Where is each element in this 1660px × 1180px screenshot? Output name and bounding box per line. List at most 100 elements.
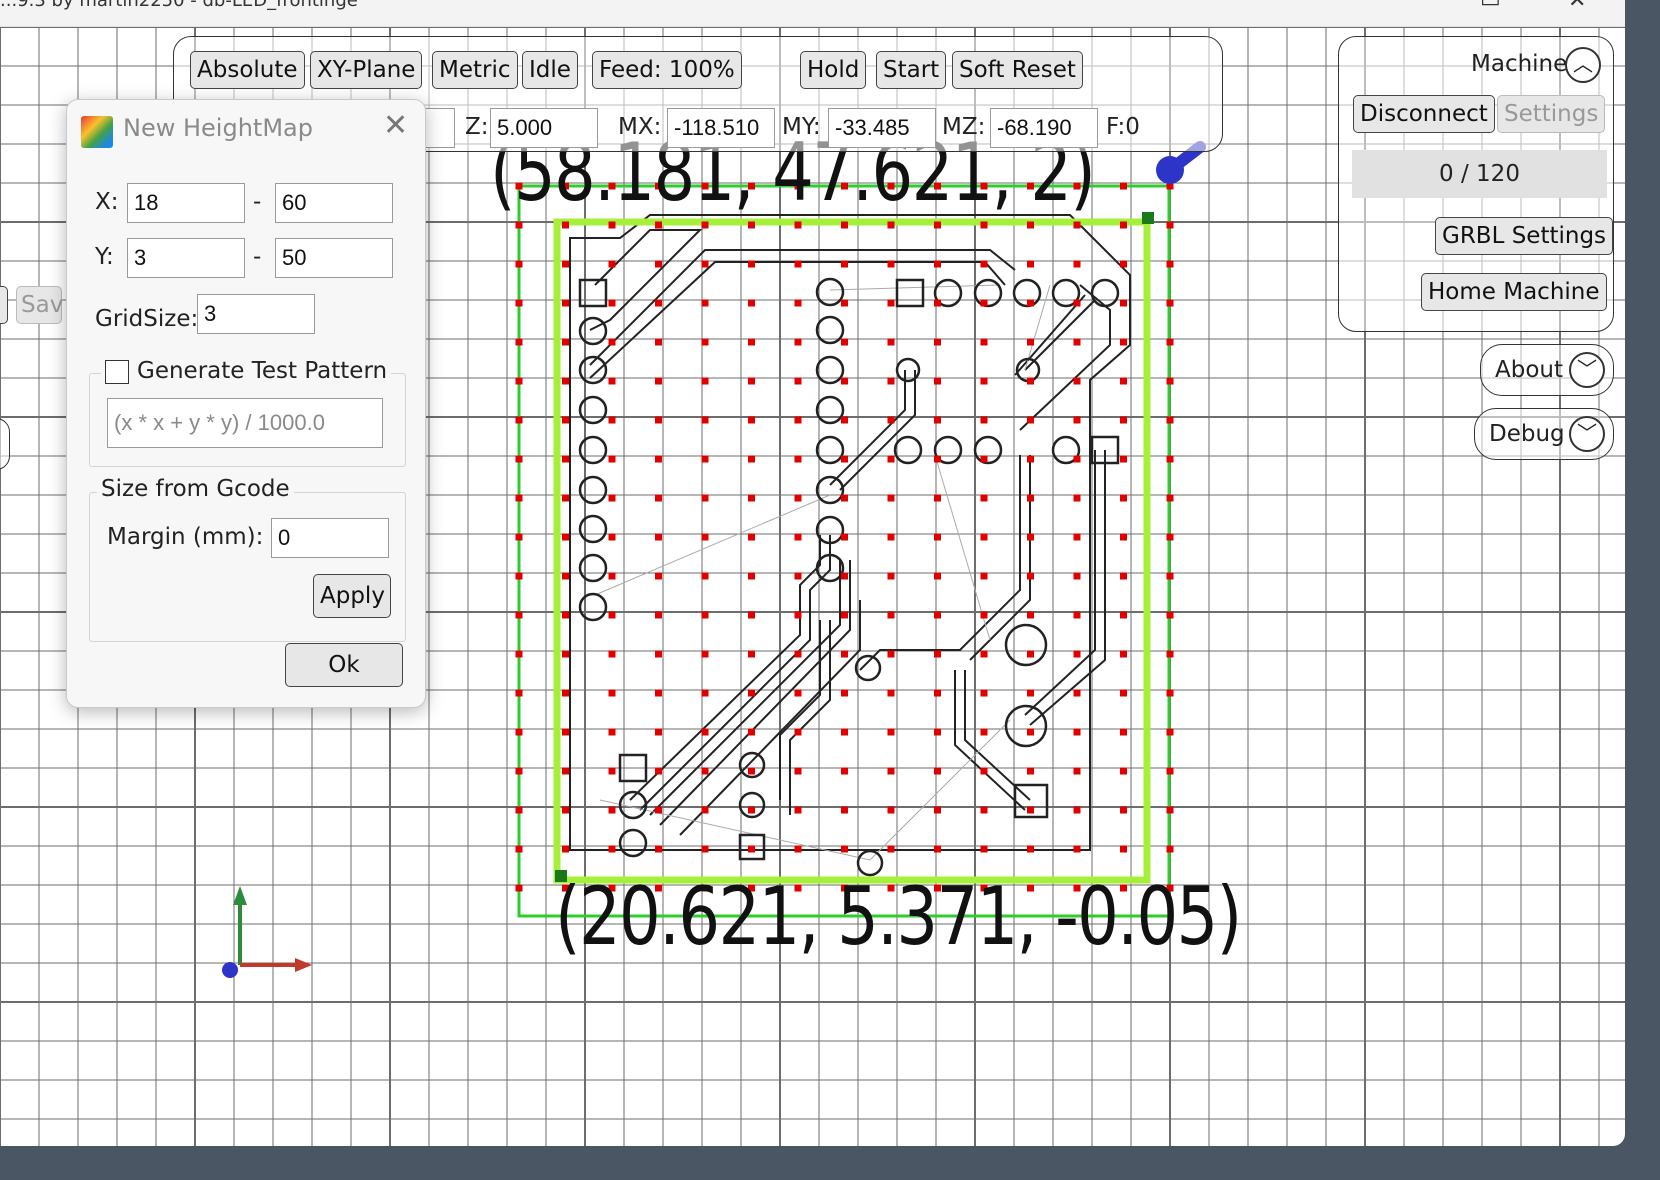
- ok-button[interactable]: Ok: [285, 643, 403, 687]
- probe-point: [1073, 689, 1081, 697]
- probe-point: [562, 494, 569, 502]
- probe-point: [794, 494, 802, 502]
- x-max-input[interactable]: 60: [275, 183, 393, 223]
- probe-point: [608, 533, 616, 541]
- probe-point: [887, 299, 895, 307]
- save-button[interactable]: Sav: [16, 286, 63, 324]
- settings-button[interactable]: Settings: [1497, 95, 1606, 133]
- probe-point: [655, 845, 662, 853]
- start-button[interactable]: Start: [876, 51, 947, 89]
- probe-point: [841, 416, 848, 424]
- probe-point: [794, 650, 802, 658]
- about-panel[interactable]: About ﹀: [1480, 344, 1614, 396]
- probe-point: [515, 728, 523, 736]
- probe-point: [841, 689, 848, 697]
- gridsize-input[interactable]: 3: [197, 294, 315, 334]
- probe-point: [748, 494, 755, 502]
- probe-point: [794, 728, 802, 736]
- debug-label: Debug: [1489, 421, 1565, 447]
- probe-point: [562, 416, 569, 424]
- probe-point: [980, 572, 988, 580]
- debug-panel[interactable]: Debug ﹀: [1474, 408, 1614, 460]
- probe-point: [655, 689, 662, 697]
- plane-button[interactable]: XY-Plane: [310, 51, 423, 89]
- home-machine-button[interactable]: Home Machine: [1421, 273, 1607, 311]
- probe-point: [1120, 260, 1127, 268]
- probe-point: [655, 416, 662, 424]
- grbl-settings-button[interactable]: GRBL Settings: [1435, 217, 1614, 255]
- close-icon[interactable]: ✕: [1568, 0, 1586, 13]
- maximize-icon[interactable]: ▭: [1480, 0, 1501, 13]
- probe-point: [748, 416, 755, 424]
- test-pattern-checkbox[interactable]: [105, 359, 129, 384]
- y-min-input[interactable]: 3: [127, 238, 245, 278]
- my-label: MY:: [782, 114, 821, 140]
- probe-point: [748, 767, 755, 775]
- probe-point: [1120, 455, 1127, 463]
- probe-point: [515, 533, 523, 541]
- probe-point: [1027, 494, 1034, 502]
- distance-mode-button[interactable]: Absolute: [190, 51, 305, 89]
- probe-point: [1166, 806, 1174, 814]
- probe-point: [1073, 845, 1081, 853]
- probe-point: [1166, 455, 1174, 463]
- probe-point: [887, 494, 895, 502]
- probe-point: [1166, 611, 1174, 619]
- probe-point: [748, 689, 755, 697]
- expand-down-icon[interactable]: ﹀: [1569, 416, 1605, 452]
- soft-reset-button[interactable]: Soft Reset: [952, 51, 1083, 89]
- y-max-input[interactable]: 50: [275, 238, 393, 278]
- disconnect-button[interactable]: Disconnect: [1353, 95, 1495, 133]
- probe-point: [887, 806, 895, 814]
- probe-point: [841, 806, 848, 814]
- probe-point: [608, 221, 616, 229]
- probe-point: [701, 338, 709, 346]
- feed-button[interactable]: Feed: 100%: [592, 51, 742, 89]
- z-position-field[interactable]: 5.000: [490, 108, 598, 148]
- test-pattern-formula-input[interactable]: (x * x + y * y) / 1000.0: [107, 398, 383, 448]
- hold-button[interactable]: Hold: [800, 51, 867, 89]
- probe-point: [562, 221, 569, 229]
- status-button[interactable]: Idle: [522, 51, 578, 89]
- probe-point: [841, 650, 848, 658]
- my-position-field[interactable]: -33.485: [828, 108, 936, 148]
- left-edge-button[interactable]: [0, 286, 8, 324]
- left-edge-expander[interactable]: [0, 418, 10, 470]
- probe-point: [887, 377, 895, 385]
- mz-position-field[interactable]: -68.190: [990, 108, 1098, 148]
- probe-point: [1073, 377, 1081, 385]
- probe-point: [1166, 221, 1174, 229]
- probe-point: [701, 260, 709, 268]
- units-button[interactable]: Metric: [432, 51, 518, 89]
- probe-point: [515, 845, 523, 853]
- probe-point: [515, 221, 523, 229]
- probe-point: [1027, 611, 1034, 619]
- new-heightmap-dialog: New HeightMap ✕ X: 18 - 60 Y: 3 - 50 Gri…: [66, 99, 426, 708]
- close-icon[interactable]: ✕: [383, 108, 408, 143]
- probe-points: [515, 182, 1174, 892]
- probe-point: [980, 260, 988, 268]
- collapse-up-icon[interactable]: ︿: [1565, 47, 1601, 83]
- mx-position-field[interactable]: -118.510: [667, 108, 775, 148]
- probe-point: [655, 338, 662, 346]
- app-window: (58.181, 47.621, 2) (20.621, 5.371, -0.0…: [0, 0, 1625, 1146]
- expand-down-icon[interactable]: ﹀: [1569, 352, 1605, 388]
- probe-point: [655, 806, 662, 814]
- probe-point: [1027, 221, 1034, 229]
- probe-point: [887, 728, 895, 736]
- probe-point: [655, 221, 662, 229]
- progress-text: 0 / 120: [1439, 161, 1520, 187]
- apply-button[interactable]: Apply: [313, 574, 391, 618]
- probe-point: [794, 455, 802, 463]
- probe-point: [701, 650, 709, 658]
- probe-point: [1027, 260, 1034, 268]
- probe-point: [655, 767, 662, 775]
- pcb-toolpaths: [569, 214, 1131, 877]
- probe-point: [748, 728, 755, 736]
- margin-input[interactable]: 0: [271, 518, 389, 558]
- probe-point: [515, 767, 523, 775]
- probe-point: [1073, 572, 1081, 580]
- probe-point: [841, 338, 848, 346]
- probe-point: [980, 533, 988, 541]
- x-min-input[interactable]: 18: [127, 183, 245, 223]
